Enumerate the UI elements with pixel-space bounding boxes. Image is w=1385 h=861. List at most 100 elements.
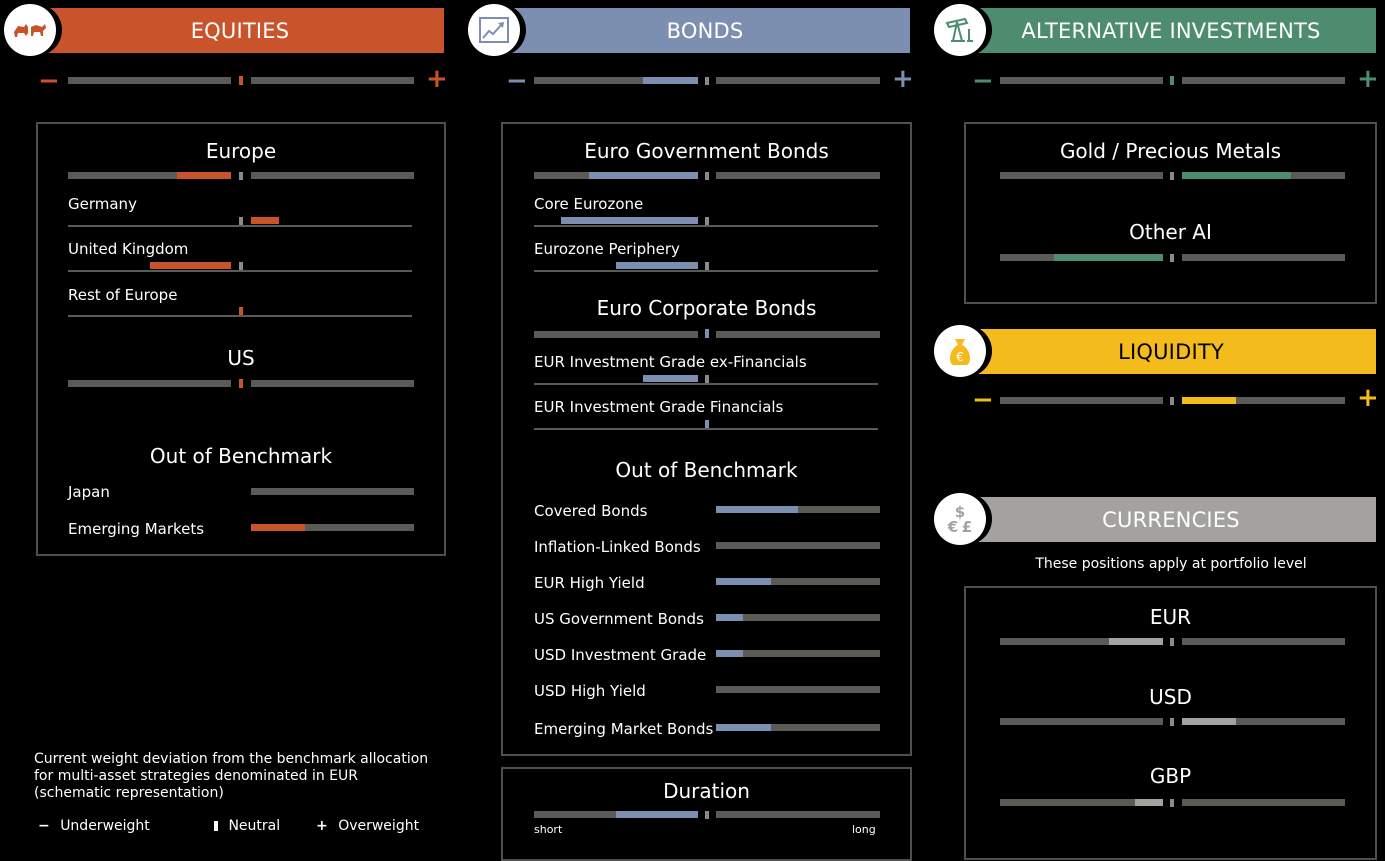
us-title: US	[227, 346, 255, 370]
equities-oob-title: Out of Benchmark	[149, 444, 333, 468]
covered-fill	[716, 506, 798, 513]
svg-text:€: €	[947, 518, 958, 535]
japan-track	[251, 488, 414, 495]
usd-fill	[1182, 718, 1236, 725]
eur-title: EUR	[1149, 605, 1192, 629]
money-bag-icon: €	[934, 325, 986, 377]
oob-item-label: Inflation-Linked Bonds	[534, 538, 701, 556]
oob-item-label: EUR High Yield	[534, 574, 645, 592]
us-fill	[239, 379, 243, 388]
emerging-markets-label: Emerging Markets	[68, 520, 205, 538]
gbp-fill	[1135, 799, 1163, 806]
svg-text:£: £	[962, 518, 972, 535]
other-ai-neutral	[1170, 254, 1174, 262]
periphery-neutral	[705, 262, 709, 270]
egb-fill	[589, 172, 698, 179]
ig-exfin-underline	[534, 383, 878, 385]
bonds-track-right	[716, 77, 880, 84]
liquidity-minus-sign: −	[972, 385, 994, 415]
alt-neutral-fill	[1170, 76, 1174, 85]
eur-neutral	[1170, 638, 1174, 646]
eur-hy-fill	[716, 578, 771, 585]
em-fill	[251, 524, 305, 531]
core-eurozone-underline	[534, 225, 878, 227]
legend-neutral: Neutral	[214, 818, 280, 834]
uk-fill	[150, 262, 231, 269]
gold-fill	[1182, 172, 1291, 179]
bonds-fill	[643, 77, 698, 84]
bonds-header: BONDS	[468, 4, 910, 56]
egb-neutral	[705, 172, 709, 180]
equities-header: EQUITIES	[4, 4, 444, 56]
alt-minus-sign: −	[972, 66, 994, 96]
uk-label: United Kingdom	[68, 240, 189, 258]
growth-chart-icon	[468, 4, 520, 56]
em-bonds-fill	[716, 724, 771, 731]
corp-neutral-fill	[705, 329, 709, 338]
bull-bear-icon	[4, 4, 56, 56]
corp-title: Euro Corporate Bonds	[596, 296, 817, 320]
legend-over-label: Overweight	[338, 818, 420, 834]
rest-of-europe-label: Rest of Europe	[68, 286, 178, 304]
duration-long-label: long	[852, 823, 876, 836]
gold-track-left	[1000, 172, 1163, 179]
plus-icon: +	[316, 818, 328, 834]
bonds-plus-sign: +	[892, 64, 914, 94]
liquidity-fill	[1182, 397, 1236, 404]
legend-note: Current weight deviation from the benchm…	[34, 751, 428, 802]
eur-track-right	[1182, 638, 1345, 645]
liquidity-neutral	[1170, 397, 1174, 405]
usd-track-left	[1000, 718, 1163, 725]
duration-neutral	[705, 811, 709, 819]
currency-symbols-icon: $ € £	[934, 493, 986, 545]
europe-fill	[177, 172, 231, 179]
uk-neutral	[239, 262, 243, 270]
periphery-fill	[616, 262, 698, 269]
equities-track-right	[251, 77, 414, 84]
gbp-neutral	[1170, 799, 1174, 807]
ig-fin-label: EUR Investment Grade Financials	[534, 398, 784, 416]
europe-track-right	[251, 172, 414, 179]
bonds-minus-sign: −	[506, 66, 528, 96]
alt-header: ALTERNATIVE INVESTMENTS	[934, 4, 1376, 56]
usd-hy-track	[716, 686, 880, 693]
equities-title: EQUITIES	[190, 18, 290, 43]
ig-exfin-label: EUR Investment Grade ex-Financials	[534, 353, 807, 371]
oob-item-label: Emerging Market Bonds	[534, 720, 714, 738]
ig-exfin-neutral	[705, 375, 709, 383]
equities-track-left	[68, 77, 231, 84]
liquidity-header: LIQUIDITY €	[934, 325, 1376, 377]
equities-minus-sign: −	[38, 66, 60, 96]
egb-track-right	[716, 172, 880, 179]
svg-text:€: €	[956, 350, 964, 364]
core-eurozone-label: Core Eurozone	[534, 195, 644, 213]
usd-neutral	[1170, 718, 1174, 726]
alt-track-right	[1182, 77, 1345, 84]
eur-fill	[1109, 638, 1163, 645]
corp-track-right	[716, 331, 880, 338]
europe-title: Europe	[205, 139, 277, 163]
periphery-label: Eurozone Periphery	[534, 240, 680, 258]
us-track-right	[251, 380, 414, 387]
other-ai-fill	[1054, 254, 1163, 261]
oob-item-label: USD Investment Grade	[534, 646, 707, 664]
usd-ig-fill	[716, 650, 743, 657]
alt-plus-sign: +	[1357, 64, 1379, 94]
europe-neutral	[239, 172, 243, 180]
currencies-header: CURRENCIES $ € £	[934, 493, 1376, 545]
legend-under-label: Underweight	[60, 818, 150, 834]
gbp-track-right	[1182, 799, 1345, 806]
germany-underline	[68, 225, 412, 227]
egb-title: Euro Government Bonds	[584, 139, 829, 163]
gold-neutral	[1170, 172, 1174, 180]
legend-line-3: (schematic representation)	[34, 785, 224, 801]
duration-fill	[616, 811, 698, 818]
gold-title: Gold / Precious Metals	[1059, 139, 1282, 163]
liquidity-title: LIQUIDITY	[1118, 339, 1224, 364]
oob-item-label: Covered Bonds	[534, 502, 648, 520]
alt-track-left	[1000, 77, 1163, 84]
rest-of-europe-underline	[68, 315, 412, 317]
germany-neutral	[239, 217, 243, 225]
uk-underline	[68, 270, 412, 272]
gbp-title: GBP	[1149, 764, 1192, 788]
